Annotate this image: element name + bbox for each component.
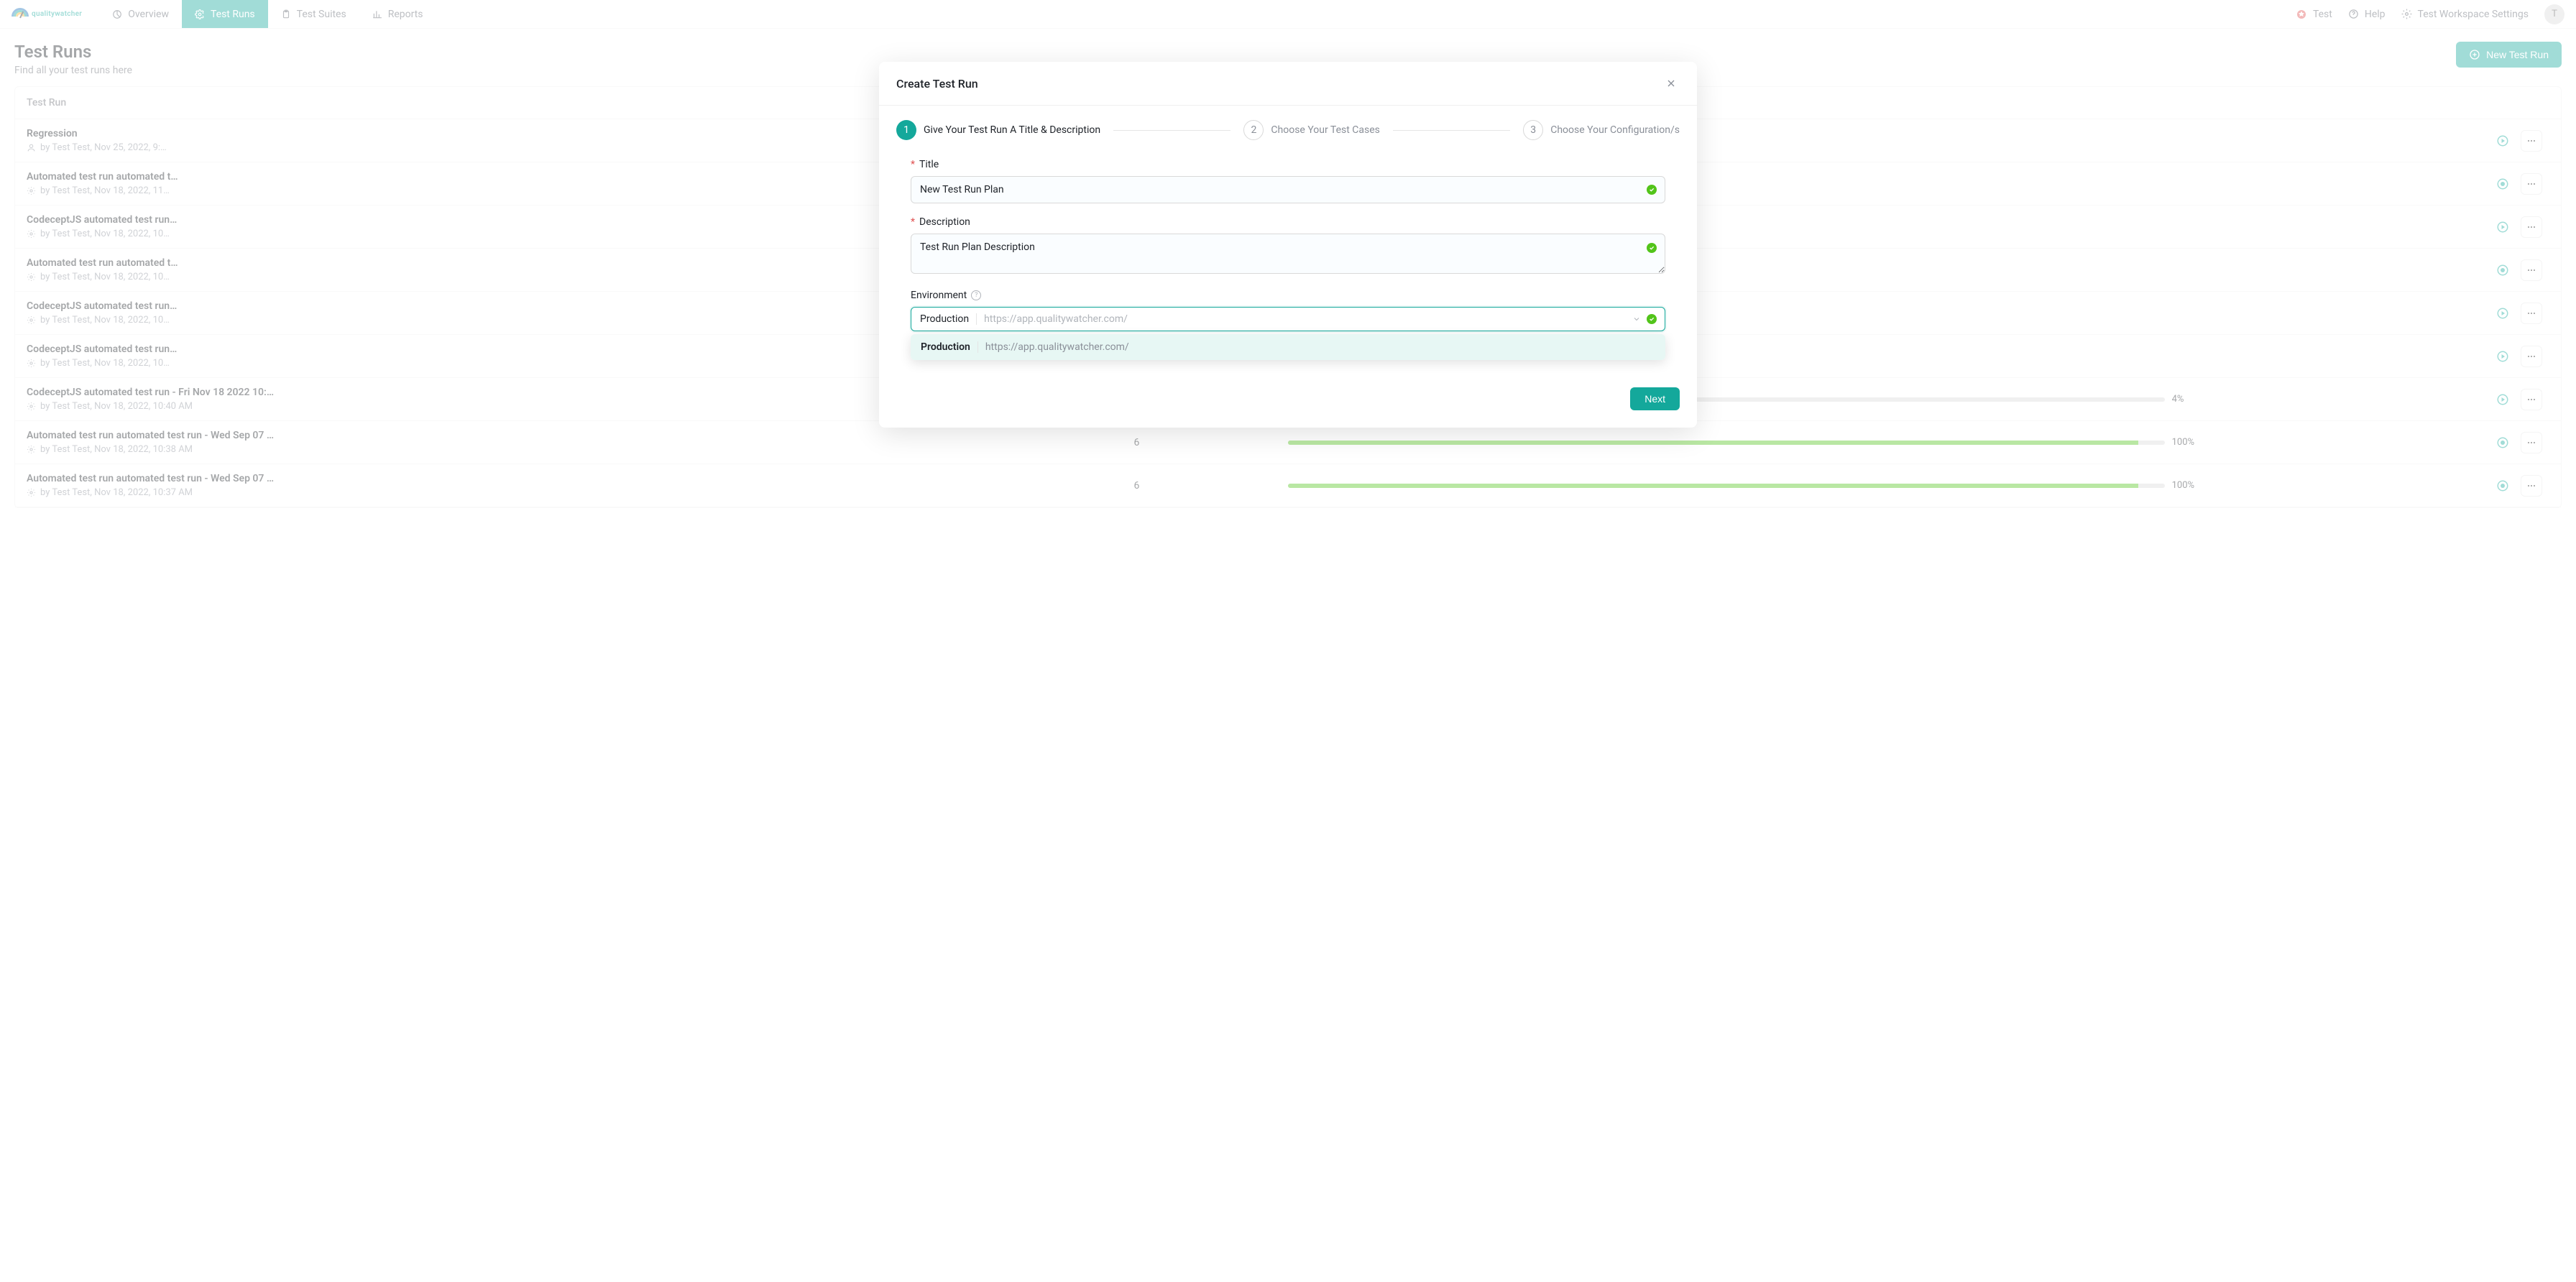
close-icon	[1665, 78, 1677, 89]
valid-check-icon	[1647, 314, 1657, 324]
environment-dropdown: Production https://app.qualitywatcher.co…	[911, 334, 1665, 360]
create-test-run-modal: Create Test Run 1 Give Your Test Run A T…	[879, 62, 1697, 428]
modal-close-button[interactable]	[1662, 75, 1680, 92]
modal-overlay: Create Test Run 1 Give Your Test Run A T…	[0, 0, 2576, 1282]
valid-check-icon	[1647, 185, 1657, 195]
env-option-name: Production	[921, 341, 970, 353]
step-1: 1 Give Your Test Run A Title & Descripti…	[896, 120, 1100, 140]
env-selected-url: https://app.qualitywatcher.com/	[984, 313, 1128, 325]
title-input[interactable]	[911, 176, 1665, 203]
modal-steps: 1 Give Your Test Run A Title & Descripti…	[879, 106, 1697, 146]
chevron-down-icon	[1632, 315, 1641, 323]
env-selected-name: Production	[920, 313, 969, 325]
help-tooltip-icon[interactable]: ?	[971, 290, 981, 300]
environment-label: Environment ?	[911, 290, 1665, 301]
environment-select[interactable]: Production https://app.qualitywatcher.co…	[911, 307, 1665, 331]
step-divider	[1113, 130, 1230, 131]
step-2-label: Choose Your Test Cases	[1271, 124, 1380, 136]
modal-header: Create Test Run	[879, 62, 1697, 106]
step-3-num: 3	[1523, 120, 1543, 140]
modal-form: Title Description Environment ?	[879, 146, 1697, 351]
step-divider	[1393, 130, 1510, 131]
title-label: Title	[911, 159, 1665, 170]
description-input[interactable]	[911, 234, 1665, 274]
step-2-num: 2	[1243, 120, 1264, 140]
valid-check-icon	[1647, 243, 1657, 253]
step-3: 3 Choose Your Configuration/s	[1523, 120, 1680, 140]
modal-footer: Next	[879, 351, 1697, 428]
step-1-label: Give Your Test Run A Title & Description	[924, 124, 1100, 136]
environment-label-text: Environment	[911, 290, 967, 301]
modal-title: Create Test Run	[896, 77, 978, 91]
description-label: Description	[911, 216, 1665, 228]
step-2: 2 Choose Your Test Cases	[1243, 120, 1380, 140]
step-3-label: Choose Your Configuration/s	[1550, 124, 1680, 136]
step-1-num: 1	[896, 120, 916, 140]
env-option-url: https://app.qualitywatcher.com/	[985, 341, 1129, 353]
next-button[interactable]: Next	[1630, 387, 1680, 410]
environment-option-production[interactable]: Production https://app.qualitywatcher.co…	[911, 334, 1665, 360]
